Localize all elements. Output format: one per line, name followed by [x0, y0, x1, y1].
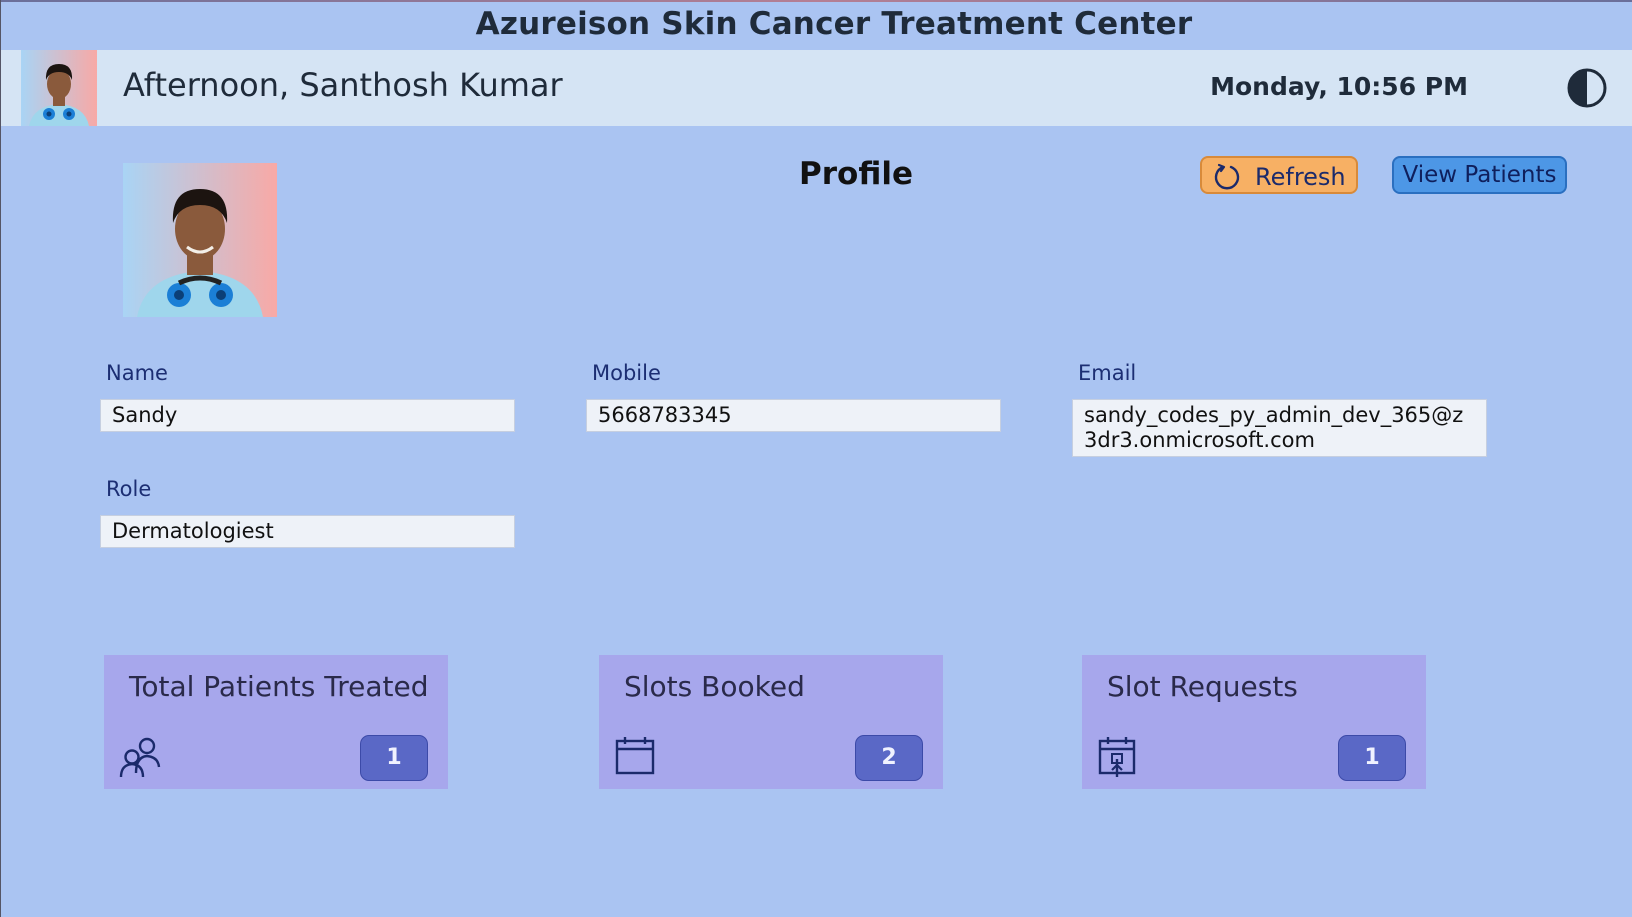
calendar-request-icon [1096, 735, 1140, 779]
mobile-label: Mobile [592, 361, 661, 385]
view-patients-button[interactable]: View Patients [1392, 156, 1567, 194]
people-icon [118, 735, 162, 779]
page-title: Profile [799, 156, 913, 192]
theme-toggle-button[interactable] [1566, 67, 1608, 109]
email-label: Email [1078, 361, 1137, 385]
role-field[interactable]: Dermatologiest [100, 515, 515, 548]
refresh-button[interactable]: Refresh [1200, 156, 1358, 194]
stat-count-badge: 1 [360, 735, 428, 781]
stat-title: Total Patients Treated [129, 670, 429, 703]
stat-count-badge: 1 [1338, 735, 1406, 781]
stat-title: Slot Requests [1107, 670, 1298, 703]
greeting-text: Afternoon, Santhosh Kumar [123, 66, 563, 104]
stat-count-badge: 2 [855, 735, 923, 781]
stat-card-slots-booked[interactable]: Slots Booked 2 [599, 655, 943, 789]
stat-card-slot-requests[interactable]: Slot Requests 1 [1082, 655, 1426, 789]
email-field[interactable]: sandy_codes_py_admin_dev_365@z3dr3.onmic… [1072, 399, 1487, 457]
name-label: Name [106, 361, 168, 385]
role-label: Role [106, 477, 152, 501]
contrast-icon [1567, 68, 1607, 108]
date-time-display: Monday, 10:56 PM [1210, 72, 1468, 101]
refresh-icon [1212, 162, 1242, 192]
top-border [0, 0, 1632, 2]
stat-title: Slots Booked [624, 670, 805, 703]
name-field[interactable]: Sandy [100, 399, 515, 432]
mobile-field[interactable]: 5668783345 [586, 399, 1001, 432]
stat-card-total-patients[interactable]: Total Patients Treated 1 [104, 655, 448, 789]
app-title: Azureison Skin Cancer Treatment Center [475, 6, 1193, 42]
header-bar: Afternoon, Santhosh Kumar Monday, 10:56 … [1, 50, 1632, 126]
calendar-icon [613, 735, 657, 779]
user-avatar[interactable] [21, 50, 97, 126]
refresh-label: Refresh [1255, 163, 1346, 191]
left-border [0, 0, 1, 917]
